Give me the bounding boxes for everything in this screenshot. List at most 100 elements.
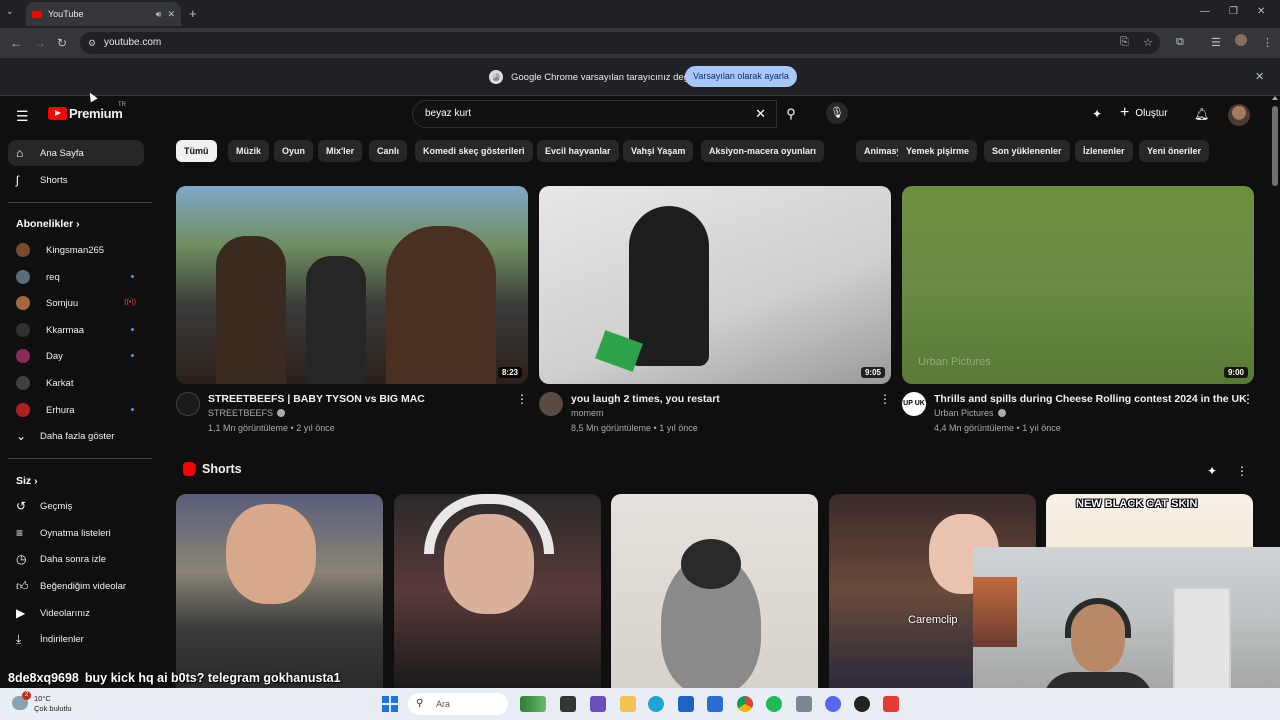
shorts-feedback-icon[interactable]: ✦ [1207, 464, 1217, 478]
browser-tab[interactable]: YouTube 🔊︎ ✕ [26, 2, 181, 26]
site-info-icon[interactable]: ⚙ [88, 32, 96, 54]
discord-icon[interactable] [825, 696, 841, 712]
show-more-button[interactable]: ⌄ Daha fazla göster [8, 423, 144, 449]
menu-icon[interactable]: ☰ [16, 108, 29, 125]
chip[interactable]: Aksiyon-macera oyunları [701, 140, 825, 162]
sidebar-item-liked[interactable]: 👍︎ Beğendiğim videolar [8, 573, 144, 599]
sidebar-item-home[interactable]: ⌂ Ana Sayfa [8, 140, 144, 166]
scrollbar-thumb[interactable] [1272, 106, 1278, 186]
clear-search-icon[interactable]: ✕ [755, 101, 766, 127]
shorts-more-options-icon[interactable]: ⋮ [1236, 464, 1248, 478]
video-thumbnail[interactable]: Urban Pictures 9:00 [902, 186, 1254, 384]
back-icon[interactable]: ← [10, 36, 22, 50]
chrome-menu-icon[interactable]: ⋮ [1262, 36, 1273, 49]
chip[interactable]: Komedi skeç gösterileri [415, 140, 533, 162]
task-view-icon[interactable] [560, 696, 576, 712]
sidebar-item-channel[interactable]: Kkarmaa [8, 317, 144, 343]
chip[interactable]: Vahşi Yaşam [623, 140, 694, 162]
obs-icon[interactable] [854, 696, 870, 712]
spotify-icon[interactable] [766, 696, 782, 712]
install-app-icon[interactable]: ⎘ [1120, 36, 1129, 49]
sidebar-item-watch-later[interactable]: ◷ Daha sonra izle [8, 546, 144, 572]
chip[interactable]: Canlı [369, 140, 408, 162]
sidebar-item-history[interactable]: ↺ Geçmiş [8, 493, 144, 519]
short-card[interactable] [176, 494, 383, 688]
sidebar-item-channel[interactable]: req [8, 264, 144, 290]
taskbar-search[interactable]: ⚲ Ara [408, 693, 508, 715]
short-card[interactable] [611, 494, 818, 688]
short-card[interactable] [394, 494, 601, 688]
chip[interactable]: Oyun [274, 140, 314, 162]
account-avatar[interactable] [1228, 104, 1250, 126]
sidebar-item-downloads[interactable]: ⤓ İndirilenler [8, 626, 144, 652]
extensions-icon[interactable]: ⧉ [1176, 36, 1184, 49]
search-input[interactable]: beyaz kurt ✕ [412, 100, 777, 128]
speaker-icon[interactable]: 🔊︎ [156, 9, 162, 20]
tab-search-icon[interactable]: ⌄ [6, 6, 14, 17]
chip[interactable]: Müzik [228, 140, 270, 162]
forward-icon[interactable]: → [34, 36, 46, 50]
sidebar-item-shorts[interactable]: ʃ Shorts [8, 167, 144, 193]
chrome-taskbar-icon[interactable] [737, 696, 753, 712]
windows-start-icon[interactable] [382, 696, 398, 712]
calculator-icon[interactable] [678, 696, 694, 712]
more-options-icon[interactable]: ⋮ [1242, 392, 1254, 406]
settings-icon[interactable] [796, 696, 812, 712]
video-card[interactable]: 9:05 you laugh 2 times, you restart mome… [539, 186, 891, 438]
video-title[interactable]: you laugh 2 times, you restart [571, 393, 720, 405]
profile-avatar[interactable] [1235, 34, 1247, 46]
you-heading[interactable]: Siz › [16, 475, 38, 487]
subscriptions-heading[interactable]: Abonelikler › [16, 218, 80, 230]
chip[interactable]: Son yüklenenler [984, 140, 1070, 162]
sidebar-item-your-videos[interactable]: ▶ Videolarınız [8, 600, 144, 626]
chip[interactable]: Evcil hayvanlar [537, 140, 619, 162]
file-explorer-icon[interactable] [620, 696, 636, 712]
chip[interactable]: Yeni öneriler [1139, 140, 1210, 162]
scroll-up-icon[interactable] [1272, 96, 1278, 100]
video-thumbnail[interactable]: 9:05 [539, 186, 891, 384]
new-tab-button[interactable]: + [189, 6, 197, 21]
chip-all[interactable]: Tümü [176, 140, 217, 162]
tab-close-icon[interactable]: ✕ [167, 9, 175, 20]
sidebar-item-channel[interactable]: Kingsman265 [8, 237, 144, 263]
store-icon[interactable] [590, 696, 606, 712]
recording-app-icon[interactable] [883, 696, 899, 712]
microphone-icon[interactable]: 🎙︎ [826, 102, 848, 124]
search-icon[interactable]: ⚲ [776, 100, 806, 128]
channel-avatar[interactable] [176, 392, 200, 416]
sidebar-item-channel[interactable]: Somjuu ((•)) [8, 290, 144, 316]
address-bar[interactable]: ⚙ youtube.com [80, 32, 1160, 54]
restore-icon[interactable]: ❐ [1229, 6, 1238, 17]
video-title[interactable]: Thrills and spills during Cheese Rolling… [934, 393, 1247, 405]
chip[interactable]: İzlenenler [1075, 140, 1133, 162]
reload-icon[interactable]: ↻ [57, 36, 67, 50]
video-channel[interactable]: STREETBEEFS [208, 408, 286, 418]
more-options-icon[interactable]: ⋮ [516, 392, 528, 406]
video-channel[interactable]: momem [571, 408, 604, 418]
video-card[interactable]: 8:23 STREETBEEFS | BABY TYSON vs BIG MAC… [176, 186, 528, 438]
reading-list-icon[interactable]: ☰ [1211, 36, 1221, 49]
sidebar-item-channel[interactable]: Erhura [8, 397, 144, 423]
bookmark-star-icon[interactable]: ☆ [1143, 36, 1153, 49]
more-options-icon[interactable]: ⋮ [879, 392, 891, 406]
sidebar-item-channel[interactable]: Karkat [8, 370, 144, 396]
chip[interactable]: Yemek pişirme [898, 140, 978, 162]
window-close-icon[interactable]: ✕ [1257, 6, 1265, 17]
minimize-icon[interactable]: — [1200, 6, 1210, 17]
video-thumbnail[interactable]: 8:23 [176, 186, 528, 384]
cast-icon[interactable]: ✦ [1092, 107, 1102, 121]
notifications-bell-icon[interactable]: 🔔︎ [1194, 107, 1209, 121]
weather-widget[interactable]: 10°C Çok bulutlu [34, 694, 72, 714]
outlook-icon[interactable] [707, 696, 723, 712]
edge-icon[interactable] [648, 696, 664, 712]
video-channel[interactable]: Urban Pictures [934, 408, 1006, 418]
video-title[interactable]: STREETBEEFS | BABY TYSON vs BIG MAC [208, 393, 425, 405]
channel-avatar[interactable] [539, 392, 563, 416]
youtube-premium-logo[interactable]: Premium TR [48, 102, 126, 121]
sidebar-item-channel[interactable]: Day [8, 343, 144, 369]
set-default-button[interactable]: Varsayılan olarak ayarla [685, 66, 797, 87]
video-card[interactable]: Urban Pictures 9:00 UP UK Thrills and sp… [902, 186, 1254, 438]
sidebar-item-playlists[interactable]: ≡ Oynatma listeleri [8, 520, 144, 546]
channel-avatar[interactable]: UP UK [902, 392, 926, 416]
infobar-close-icon[interactable]: ✕ [1255, 70, 1264, 83]
